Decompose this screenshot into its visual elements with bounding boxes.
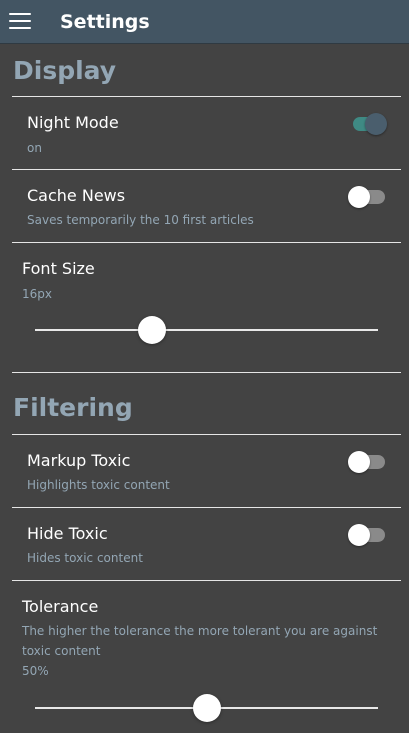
font-size-label: Font Size — [22, 259, 95, 278]
tolerance-description-line-2: toxic content — [22, 644, 101, 658]
cache-news-toggle[interactable] — [348, 185, 387, 209]
divider — [12, 507, 401, 508]
divider — [12, 372, 401, 373]
hide-toxic-description: Hides toxic content — [27, 551, 143, 565]
toggle-thumb — [348, 451, 370, 473]
toggle-thumb — [348, 186, 370, 208]
markup-toxic-toggle[interactable] — [348, 450, 387, 474]
cache-news-description: Saves temporarily the 10 first articles — [27, 213, 254, 227]
app-bar: Settings — [0, 0, 409, 44]
slider-thumb[interactable] — [137, 316, 166, 344]
tolerance-label: Tolerance — [22, 597, 99, 616]
divider — [12, 434, 401, 435]
hide-toxic-label: Hide Toxic — [27, 524, 108, 543]
page-title: Settings — [60, 11, 150, 33]
divider — [12, 96, 401, 97]
slider-track — [35, 329, 378, 331]
tolerance-slider[interactable] — [35, 693, 378, 723]
divider — [12, 169, 401, 170]
night-mode-status: on — [27, 141, 42, 155]
slider-thumb[interactable] — [192, 694, 221, 722]
night-mode-toggle[interactable] — [351, 112, 387, 136]
markup-toxic-label: Markup Toxic — [27, 451, 131, 470]
font-size-slider[interactable] — [35, 315, 378, 345]
markup-toxic-description: Highlights toxic content — [27, 478, 170, 492]
hide-toxic-toggle[interactable] — [348, 523, 387, 547]
section-title-display: Display — [13, 56, 117, 85]
hamburger-menu-icon[interactable] — [9, 13, 31, 30]
cache-news-label: Cache News — [27, 186, 126, 205]
night-mode-label: Night Mode — [27, 113, 119, 132]
divider — [12, 242, 401, 243]
toggle-thumb — [348, 524, 370, 546]
divider — [12, 580, 401, 581]
tolerance-value: 50% — [22, 664, 49, 678]
toggle-thumb — [365, 113, 387, 135]
tolerance-description-line-1: The higher the tolerance the more tolera… — [22, 624, 378, 638]
font-size-value: 16px — [22, 287, 52, 301]
section-title-filtering: Filtering — [13, 393, 133, 422]
